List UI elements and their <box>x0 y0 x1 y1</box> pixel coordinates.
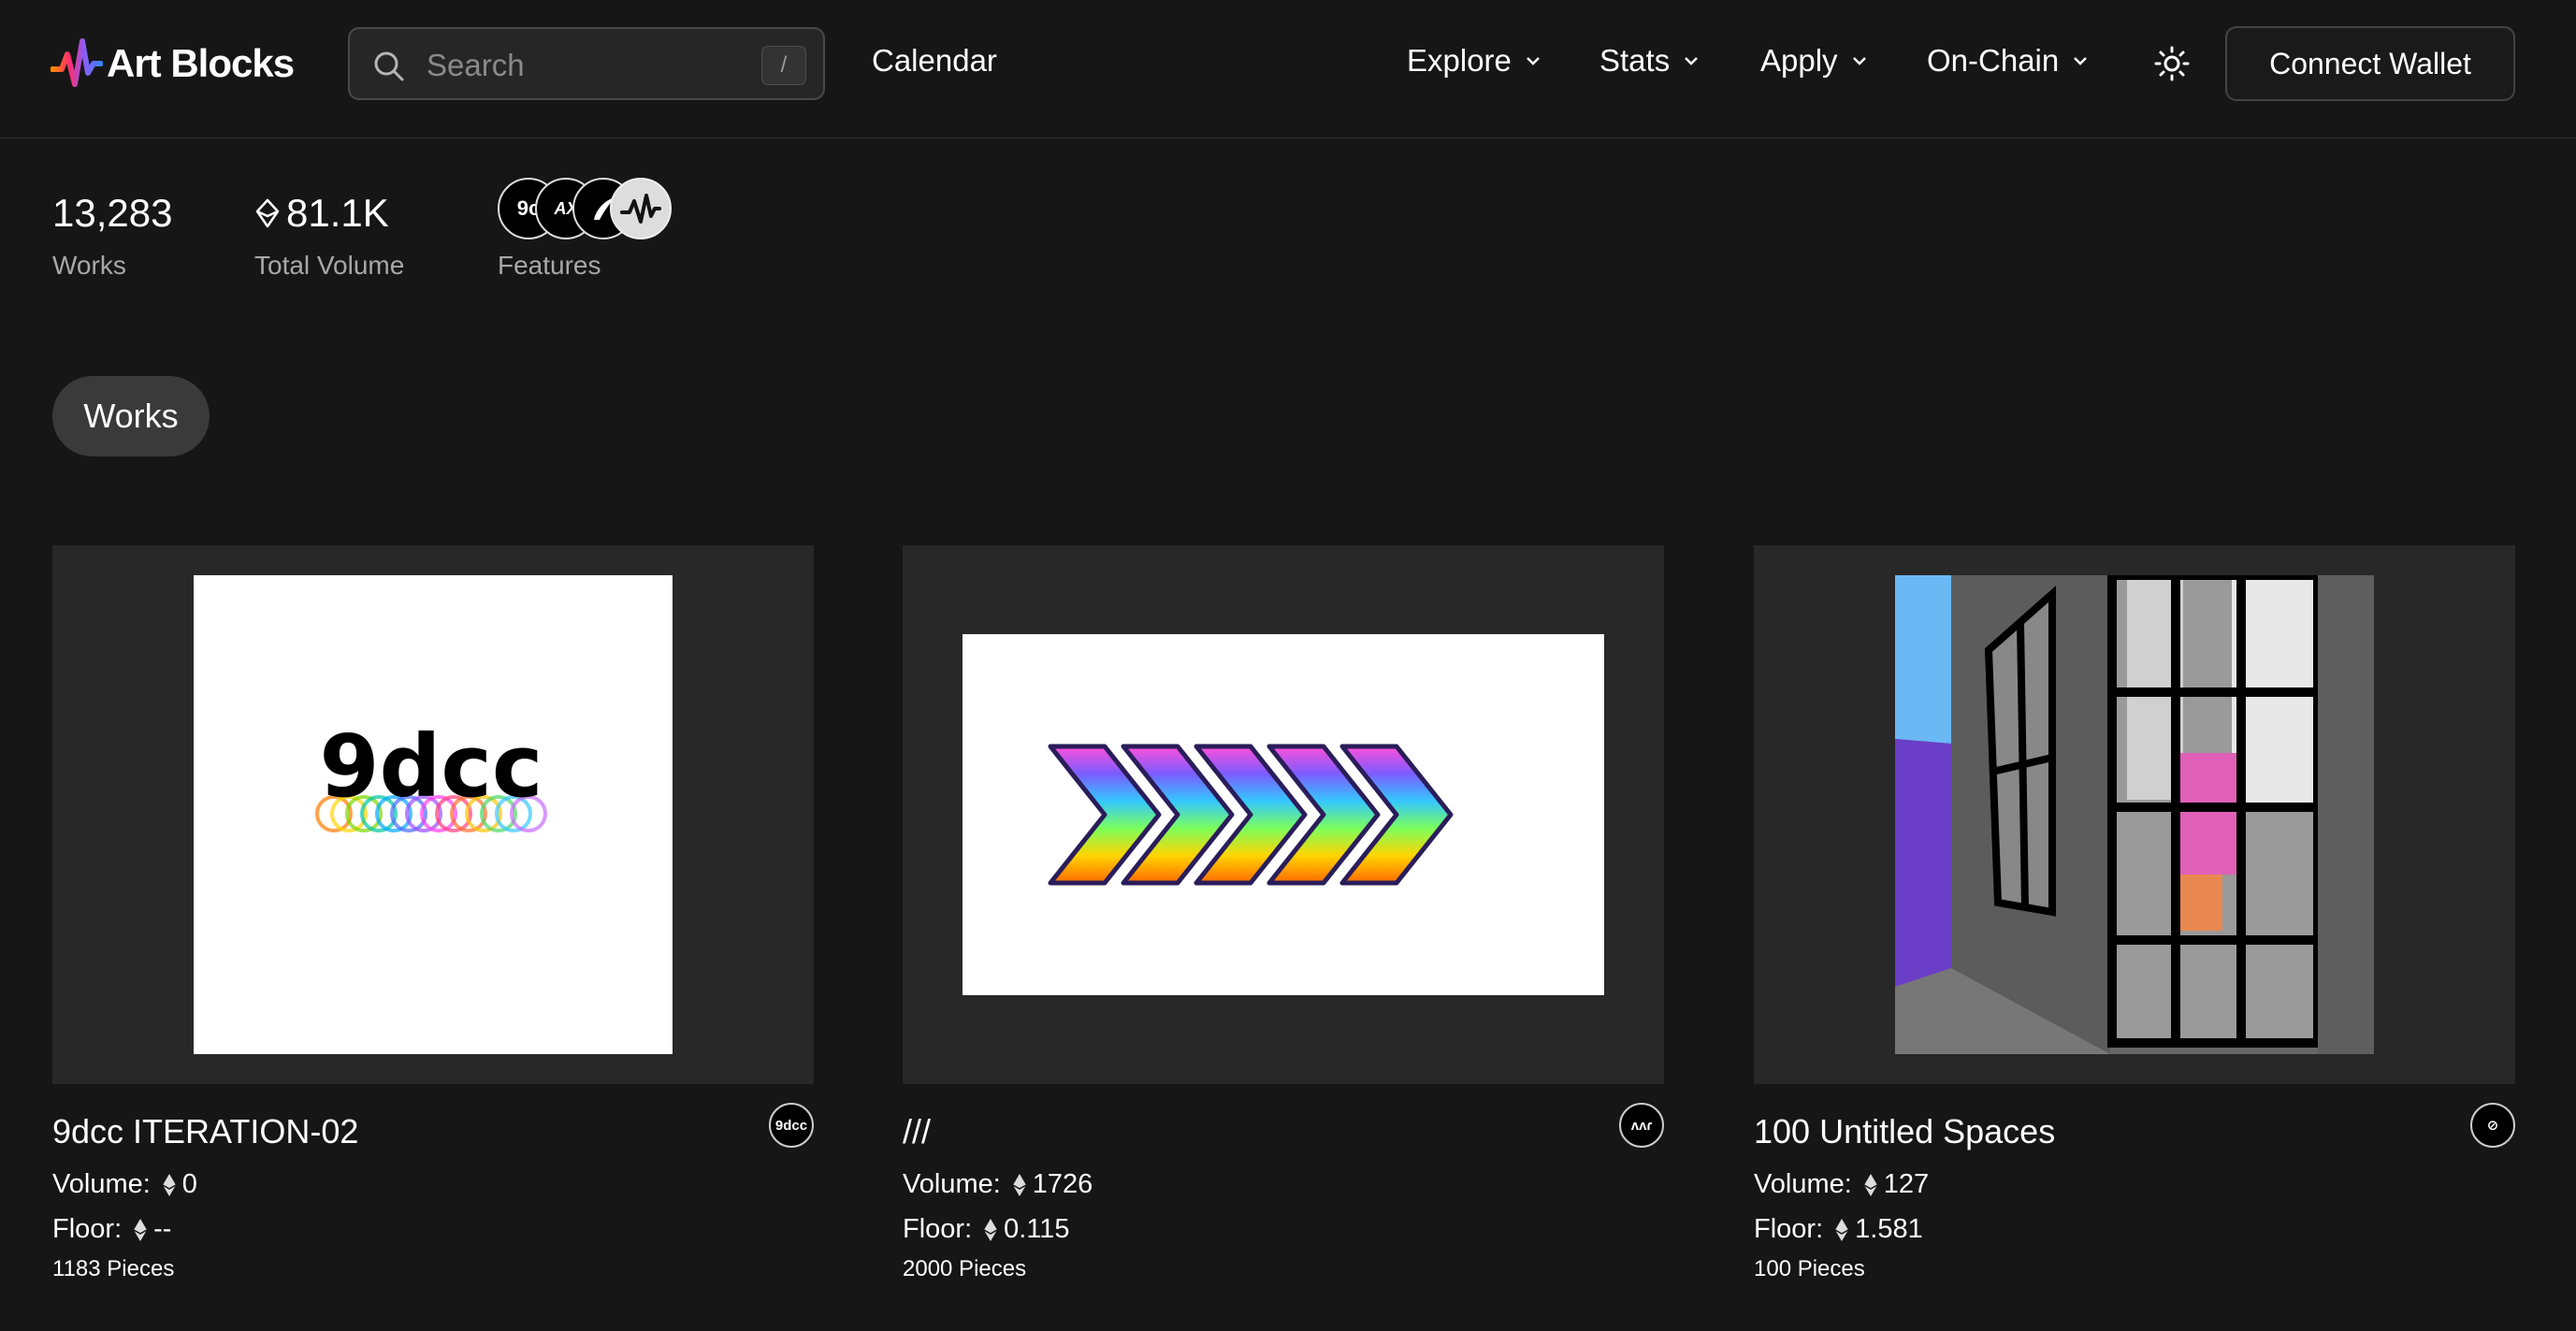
volume-label: Volume: <box>903 1169 1001 1199</box>
eth-icon <box>1834 1218 1849 1241</box>
volume-value: 127 <box>1883 1169 1930 1199</box>
search-icon <box>374 51 404 81</box>
eth-icon <box>983 1218 998 1241</box>
floor-label: Floor: <box>903 1214 973 1244</box>
card-image-frame[interactable]: 9dcc <box>52 545 814 1084</box>
nav-calendar-link[interactable]: Calendar <box>872 43 997 79</box>
volume-value: 0 <box>181 1169 197 1199</box>
feature-artblocks-avatar[interactable] <box>610 178 672 239</box>
chevron-down-icon <box>1685 57 1699 65</box>
floor-value: -- <box>153 1214 172 1244</box>
artwork-9dcc-text: 9dcc <box>320 716 543 817</box>
volume-label: Volume: <box>1754 1169 1852 1199</box>
artwork-image <box>962 634 1604 995</box>
floor-label: Floor: <box>52 1214 123 1244</box>
pieces-count: 100 Pieces <box>1754 1256 1865 1281</box>
pieces-count: 1183 Pieces <box>52 1256 175 1281</box>
card-volume: Volume: 0 <box>52 1169 197 1200</box>
art-blocks-mark-icon <box>620 194 661 224</box>
works-count-label: Works <box>52 251 126 280</box>
card-title[interactable]: /// <box>903 1112 931 1151</box>
nav-onchain-label: On-Chain <box>1927 43 2060 78</box>
work-card[interactable]: /// ʌʌɾ Volume: 1726 Floor: 0.115 2000 P… <box>903 545 1664 1331</box>
search-shortcut-key: / <box>761 46 806 85</box>
chevron-down-icon <box>1527 57 1540 65</box>
floor-value: 1.581 <box>1855 1214 1923 1244</box>
artwork-9dcc-graphic: 9dcc <box>315 716 547 832</box>
card-floor: Floor: -- <box>52 1214 171 1245</box>
card-volume: Volume: 127 <box>1754 1169 1929 1200</box>
artist-avatar[interactable]: ʌʌɾ <box>1619 1103 1664 1148</box>
pieces-count: 2000 Pieces <box>903 1256 1027 1281</box>
nav-stats-label: Stats <box>1599 43 1671 78</box>
nav-onchain-menu[interactable]: On-Chain <box>1927 43 2089 79</box>
connect-wallet-button[interactable]: Connect Wallet <box>2225 26 2515 101</box>
search-box[interactable]: / <box>348 27 825 100</box>
eth-icon <box>255 198 280 228</box>
nav-explore-label: Explore <box>1407 43 1512 78</box>
nav-stats-menu[interactable]: Stats <box>1599 43 1700 79</box>
total-volume-label: Total Volume <box>254 251 405 280</box>
eth-icon <box>162 1173 177 1196</box>
floor-label: Floor: <box>1754 1214 1824 1244</box>
artist-avatar[interactable]: ⊘ <box>2470 1103 2515 1148</box>
eth-icon <box>1863 1173 1878 1196</box>
artwork-image <box>1895 575 2374 1054</box>
volume-value: 1726 <box>1032 1169 1093 1199</box>
works-count: 13,283 <box>52 191 173 235</box>
artist-avatar[interactable]: 9dcc <box>769 1103 814 1148</box>
features-avatars[interactable]: 9c AX <box>498 178 675 241</box>
eth-icon <box>1012 1173 1027 1196</box>
art-blocks-logo-icon <box>51 38 103 87</box>
artwork-room-graphic <box>1895 575 2374 1054</box>
nav-explore-menu[interactable]: Explore <box>1407 43 1541 79</box>
card-title[interactable]: 9dcc ITERATION-02 <box>52 1112 358 1151</box>
card-image-frame[interactable] <box>1754 545 2515 1084</box>
total-volume: 81.1K <box>254 191 389 236</box>
tab-works[interactable]: Works <box>52 376 210 456</box>
logo-wordmark: Art Blocks <box>107 41 295 85</box>
volume-label: Volume: <box>52 1169 151 1199</box>
work-card[interactable]: 100 Untitled Spaces ⊘ Volume: 127 Floor:… <box>1754 545 2515 1331</box>
chevron-down-icon <box>2074 57 2088 65</box>
card-floor: Floor: 0.115 <box>903 1214 1070 1245</box>
card-title[interactable]: 100 Untitled Spaces <box>1754 1112 2055 1151</box>
sun-icon[interactable] <box>2153 45 2191 82</box>
card-volume: Volume: 1726 <box>903 1169 1093 1200</box>
artwork-image: 9dcc <box>194 575 673 1054</box>
features-label: Features <box>498 251 601 280</box>
art-blocks-logo[interactable]: Art Blocks <box>51 36 295 92</box>
work-card[interactable]: 9dcc 9dcc ITERATION-02 9dcc Volume: 0 Fl… <box>52 545 814 1331</box>
card-floor: Floor: 1.581 <box>1754 1214 1923 1245</box>
eth-icon <box>133 1218 148 1241</box>
floor-value: 0.115 <box>1004 1214 1070 1244</box>
nav-apply-label: Apply <box>1760 43 1838 78</box>
total-volume-value: 81.1K <box>286 191 389 235</box>
nav-apply-menu[interactable]: Apply <box>1760 43 1868 79</box>
artwork-chevrons-graphic <box>1048 744 1454 886</box>
chevron-down-icon <box>1852 57 1866 65</box>
search-input[interactable] <box>425 42 709 89</box>
card-image-frame[interactable] <box>903 545 1664 1084</box>
top-nav-bar: Art Blocks / Calendar Explore Stats Appl… <box>0 0 2576 138</box>
